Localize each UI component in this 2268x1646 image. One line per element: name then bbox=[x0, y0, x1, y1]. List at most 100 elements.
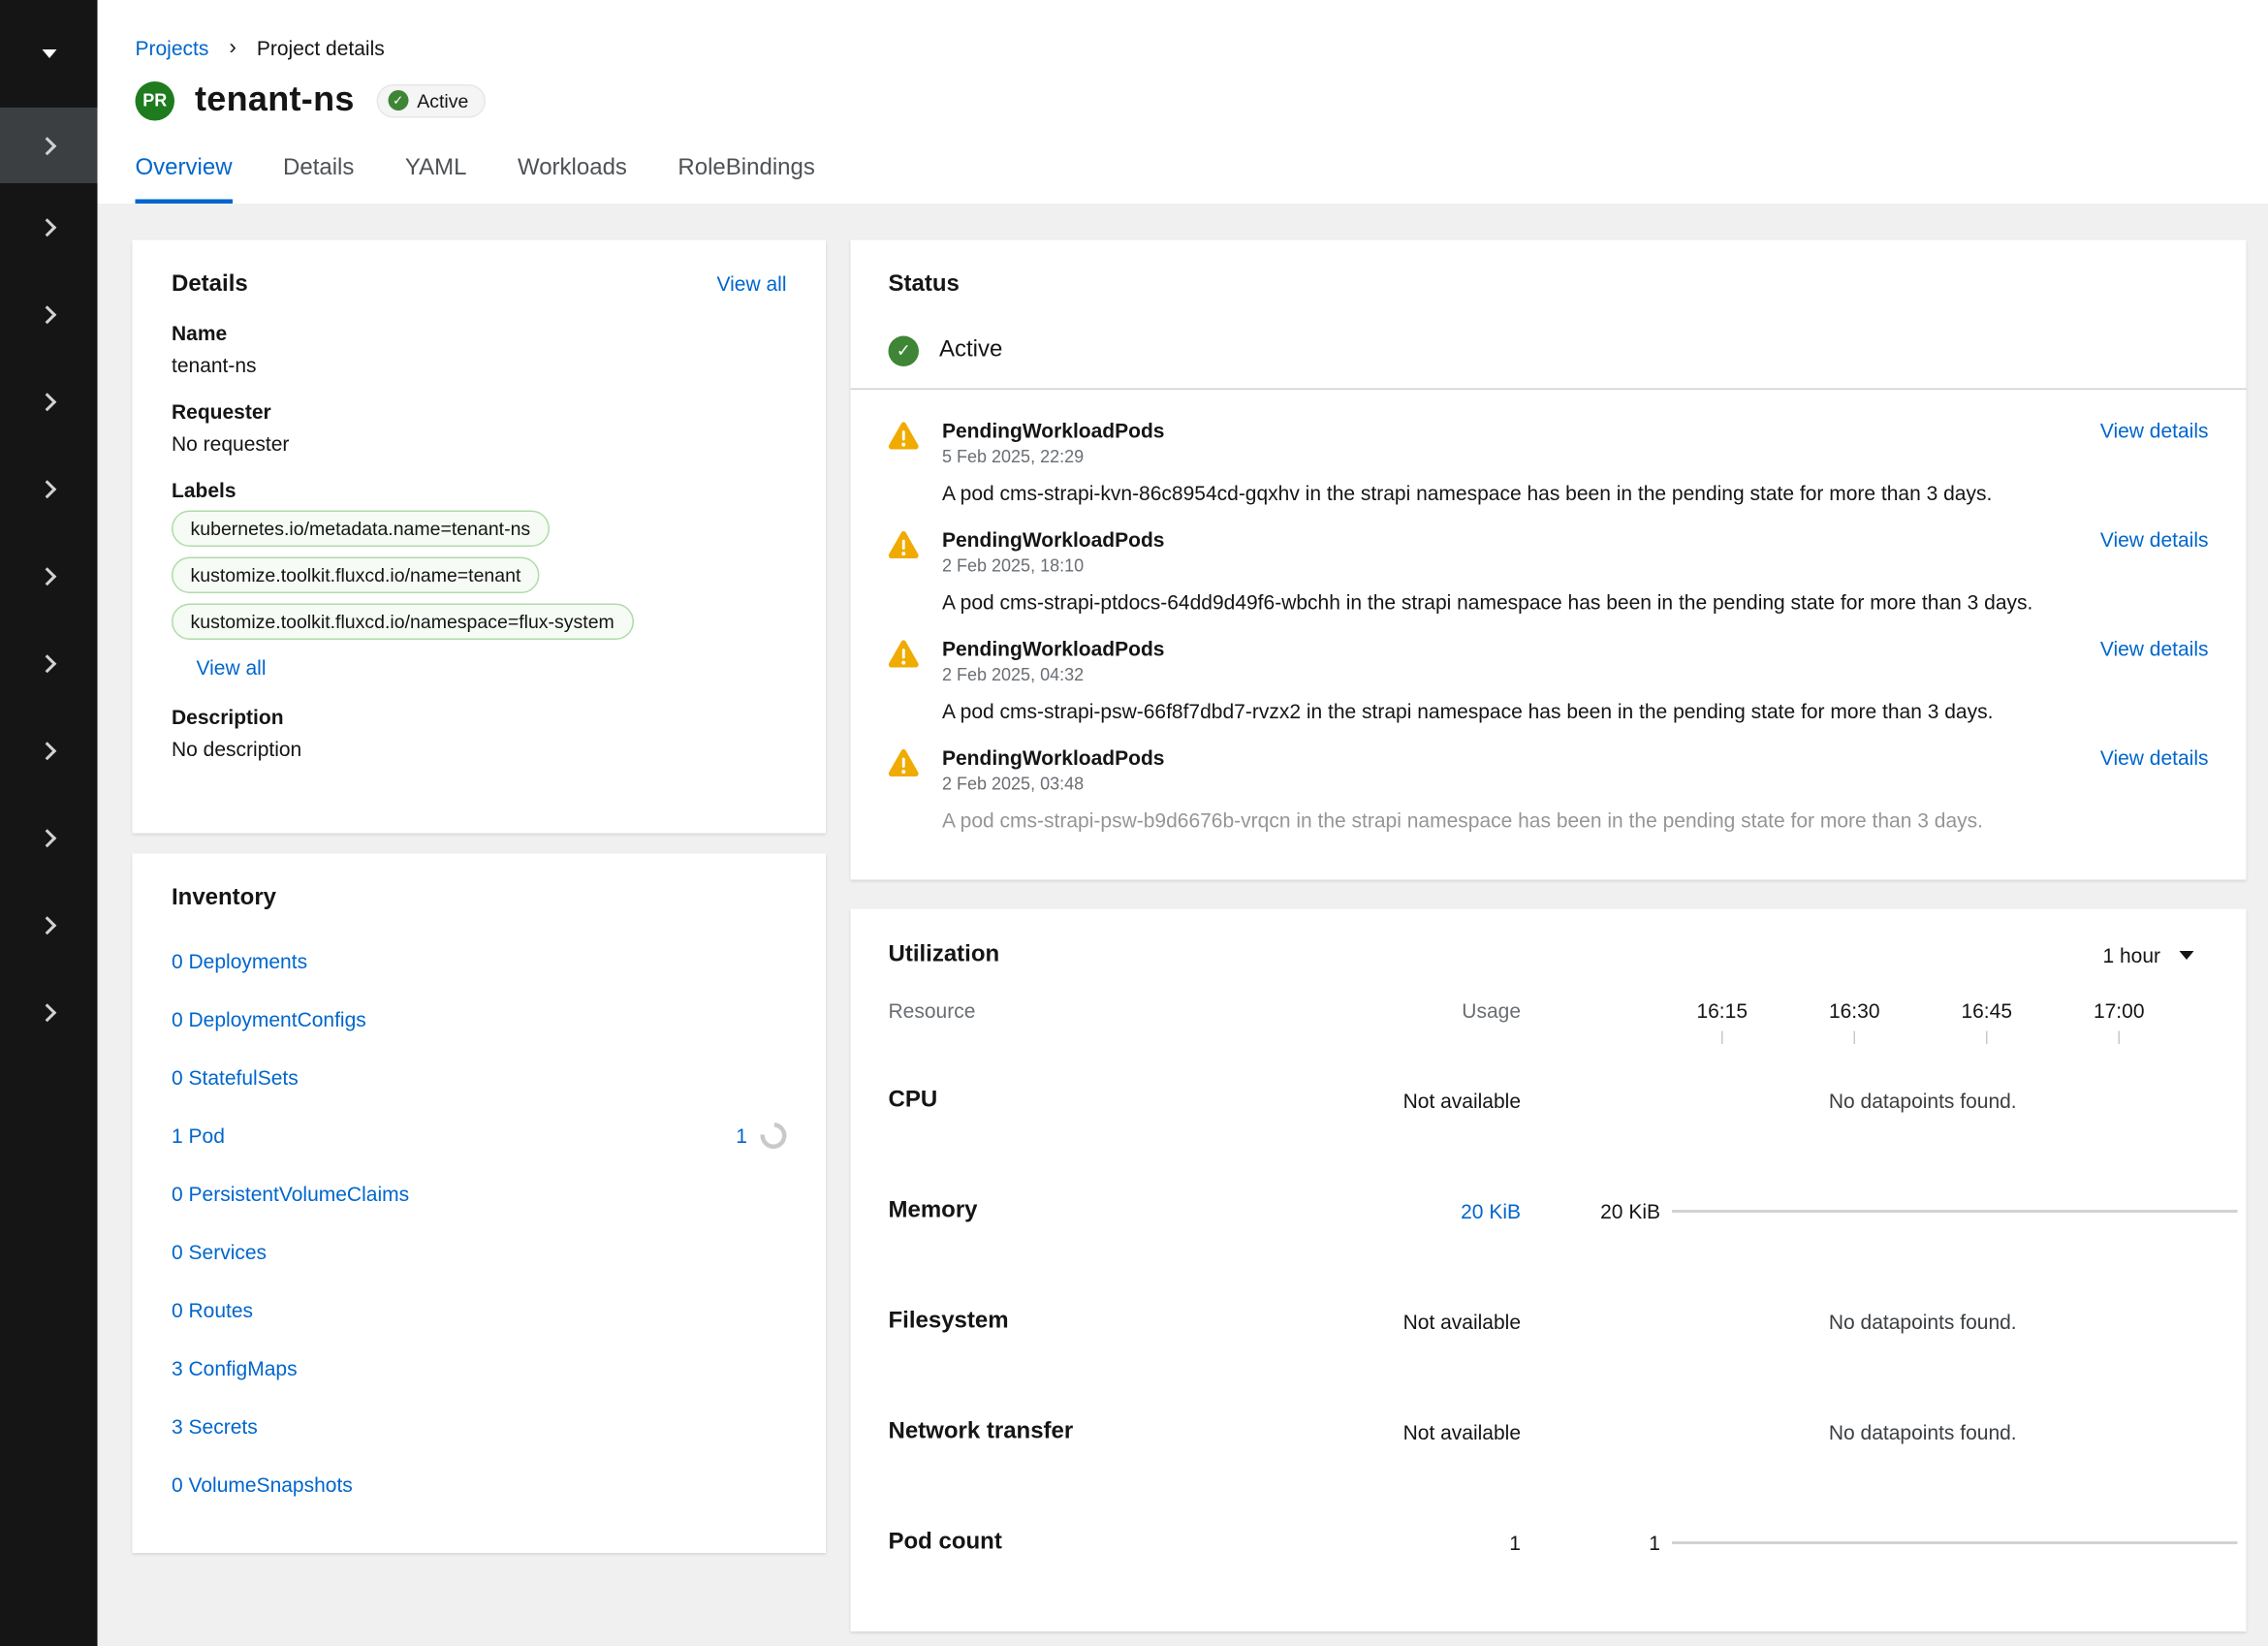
utilization-row-cpu: CPU Not available No datapoints found. bbox=[889, 1046, 2238, 1156]
tab-bar: Overview Details YAML Workloads RoleBind… bbox=[136, 156, 2231, 205]
label-pill[interactable]: kubernetes.io/metadata.name=tenant-ns bbox=[172, 511, 550, 548]
alert-title: PendingWorkloadPods bbox=[942, 528, 1164, 552]
inventory-row: 0 VolumeSnapshots bbox=[172, 1456, 787, 1514]
memory-usage-link[interactable]: 20 KiB bbox=[1398, 1200, 1522, 1223]
alert-timestamp: 2 Feb 2025, 18:10 bbox=[942, 555, 1164, 576]
alert-message: A pod cms-strapi-kvn-86c8954cd-gqxhv in … bbox=[942, 482, 2209, 505]
tab-details[interactable]: Details bbox=[283, 156, 354, 205]
sparkline-value-label: 20 KiB bbox=[1521, 1200, 1672, 1223]
project-badge: PR bbox=[136, 80, 175, 120]
alert-timestamp: 5 Feb 2025, 22:29 bbox=[942, 447, 1164, 467]
sidebar-nav-item[interactable] bbox=[0, 881, 98, 968]
breadcrumb-link-projects[interactable]: Projects bbox=[136, 36, 209, 59]
alert-message: A pod cms-strapi-psw-b9d6676b-vrqcn in t… bbox=[942, 808, 2209, 832]
details-card-title: Details bbox=[172, 272, 248, 299]
breadcrumb-separator-icon: › bbox=[229, 35, 236, 60]
status-badge-label: Active bbox=[417, 89, 468, 111]
inventory-link-pvcs[interactable]: 0 PersistentVolumeClaims bbox=[172, 1183, 409, 1206]
sidebar-expander[interactable] bbox=[0, 0, 98, 108]
labels-view-all-link[interactable]: View all bbox=[197, 656, 267, 680]
warning-icon bbox=[889, 419, 920, 505]
chevron-right-icon bbox=[37, 915, 55, 934]
sidebar-nav-item[interactable] bbox=[0, 707, 98, 794]
chevron-right-icon bbox=[37, 1002, 55, 1021]
view-details-link[interactable]: View details bbox=[2100, 637, 2209, 660]
chevron-right-icon bbox=[37, 304, 55, 323]
alert-timestamp: 2 Feb 2025, 03:48 bbox=[942, 774, 1164, 794]
breadcrumb-current: Project details bbox=[257, 36, 385, 59]
time-tick-label: 16:45 bbox=[1921, 999, 2054, 1023]
view-details-link[interactable]: View details bbox=[2100, 419, 2209, 442]
sidebar-nav-item[interactable] bbox=[0, 445, 98, 532]
resource-name: Memory bbox=[889, 1198, 1398, 1224]
time-axis-ticks bbox=[889, 1029, 2238, 1046]
sidebar-nav-item[interactable] bbox=[0, 532, 98, 619]
inventory-row: 0 PersistentVolumeClaims bbox=[172, 1165, 787, 1223]
tab-overview[interactable]: Overview bbox=[136, 156, 233, 205]
inventory-link-deployments[interactable]: 0 Deployments bbox=[172, 950, 307, 973]
sidebar-nav-item-current[interactable] bbox=[0, 108, 98, 183]
sidebar-nav-item[interactable] bbox=[0, 358, 98, 445]
sidebar-nav-item[interactable] bbox=[0, 794, 98, 881]
tick-mark bbox=[2053, 1030, 2186, 1044]
inventory-link-volumesnapshots[interactable]: 0 VolumeSnapshots bbox=[172, 1473, 353, 1497]
tab-workloads[interactable]: Workloads bbox=[518, 156, 627, 205]
sidebar bbox=[0, 0, 98, 1646]
utilization-row-podcount: Pod count 1 1 bbox=[889, 1488, 2238, 1599]
view-details-link[interactable]: View details bbox=[2100, 528, 2209, 552]
alert-item: PendingWorkloadPods 2 Feb 2025, 18:10 Vi… bbox=[889, 528, 2209, 615]
utilization-card: Utilization 1 hour Resource Usage 16:15 … bbox=[851, 909, 2247, 1632]
page-title: tenant-ns bbox=[195, 80, 355, 121]
alert-timestamp: 2 Feb 2025, 04:32 bbox=[942, 665, 1164, 685]
inventory-link-deploymentconfigs[interactable]: 0 DeploymentConfigs bbox=[172, 1008, 366, 1031]
status-badge: ✓ Active bbox=[376, 83, 486, 117]
sidebar-nav-item[interactable] bbox=[0, 619, 98, 707]
pod-ring-count[interactable]: 1 bbox=[736, 1124, 747, 1148]
view-details-link[interactable]: View details bbox=[2100, 746, 2209, 770]
inventory-card-title: Inventory bbox=[172, 886, 787, 912]
tab-rolebindings[interactable]: RoleBindings bbox=[677, 156, 814, 205]
duration-select[interactable]: 1 hour bbox=[2102, 944, 2193, 967]
resource-column-header: Resource bbox=[889, 999, 1398, 1023]
label-pill[interactable]: kustomize.toolkit.fluxcd.io/namespace=fl… bbox=[172, 604, 633, 641]
alert-item: PendingWorkloadPods 2 Feb 2025, 04:32 Vi… bbox=[889, 637, 2209, 723]
project-status: ✓ Active bbox=[889, 333, 2209, 368]
sidebar-nav-item[interactable] bbox=[0, 183, 98, 270]
sidebar-nav bbox=[0, 108, 98, 1056]
details-view-all-link[interactable]: View all bbox=[717, 272, 787, 296]
alert-item: PendingWorkloadPods 5 Feb 2025, 22:29 Vi… bbox=[889, 419, 2209, 505]
warning-icon bbox=[889, 746, 920, 833]
alert-title: PendingWorkloadPods bbox=[942, 419, 1164, 442]
inventory-link-routes[interactable]: 0 Routes bbox=[172, 1299, 253, 1322]
details-card: Details View all Name tenant-ns Requeste… bbox=[133, 240, 827, 834]
sparkline-line bbox=[1672, 1541, 2238, 1544]
project-status-label: Active bbox=[939, 337, 1002, 364]
tick-mark bbox=[1788, 1030, 1921, 1044]
time-tick-label: 16:15 bbox=[1656, 999, 1789, 1023]
label-pill[interactable]: kustomize.toolkit.fluxcd.io/name=tenant bbox=[172, 557, 540, 594]
inventory-row: 0 Deployments bbox=[172, 933, 787, 991]
details-fields: Name tenant-ns Requester No requester La… bbox=[172, 322, 787, 761]
utilization-row-memory: Memory 20 KiB 20 KiB bbox=[889, 1156, 2238, 1267]
chevron-right-icon bbox=[37, 136, 55, 154]
no-datapoints-message: No datapoints found. bbox=[1608, 1421, 2238, 1444]
sidebar-nav-item[interactable] bbox=[0, 968, 98, 1056]
tab-yaml[interactable]: YAML bbox=[405, 156, 467, 205]
breadcrumb: Projects › Project details bbox=[136, 35, 2231, 60]
check-circle-icon: ✓ bbox=[889, 335, 920, 366]
inventory-link-statefulsets[interactable]: 0 StatefulSets bbox=[172, 1066, 299, 1090]
usage-value: Not available bbox=[1398, 1311, 1522, 1334]
chevron-right-icon bbox=[37, 217, 55, 236]
inventory-row: 3 Secrets bbox=[172, 1398, 787, 1456]
sidebar-nav-item[interactable] bbox=[0, 270, 98, 358]
inventory-link-services[interactable]: 0 Services bbox=[172, 1241, 267, 1264]
inventory-link-configmaps[interactable]: 3 ConfigMaps bbox=[172, 1357, 298, 1380]
inventory-link-secrets[interactable]: 3 Secrets bbox=[172, 1415, 258, 1439]
inventory-list: 0 Deployments 0 DeploymentConfigs 0 Stat… bbox=[172, 933, 787, 1514]
alerts-list: PendingWorkloadPods 5 Feb 2025, 22:29 Vi… bbox=[889, 390, 2209, 832]
inventory-link-pods[interactable]: 1 Pod bbox=[172, 1124, 225, 1148]
resource-name: Filesystem bbox=[889, 1309, 1398, 1335]
inventory-row: 0 StatefulSets bbox=[172, 1049, 787, 1107]
time-tick-label: 16:30 bbox=[1788, 999, 1921, 1023]
inventory-row: 1 Pod 1 bbox=[172, 1107, 787, 1165]
